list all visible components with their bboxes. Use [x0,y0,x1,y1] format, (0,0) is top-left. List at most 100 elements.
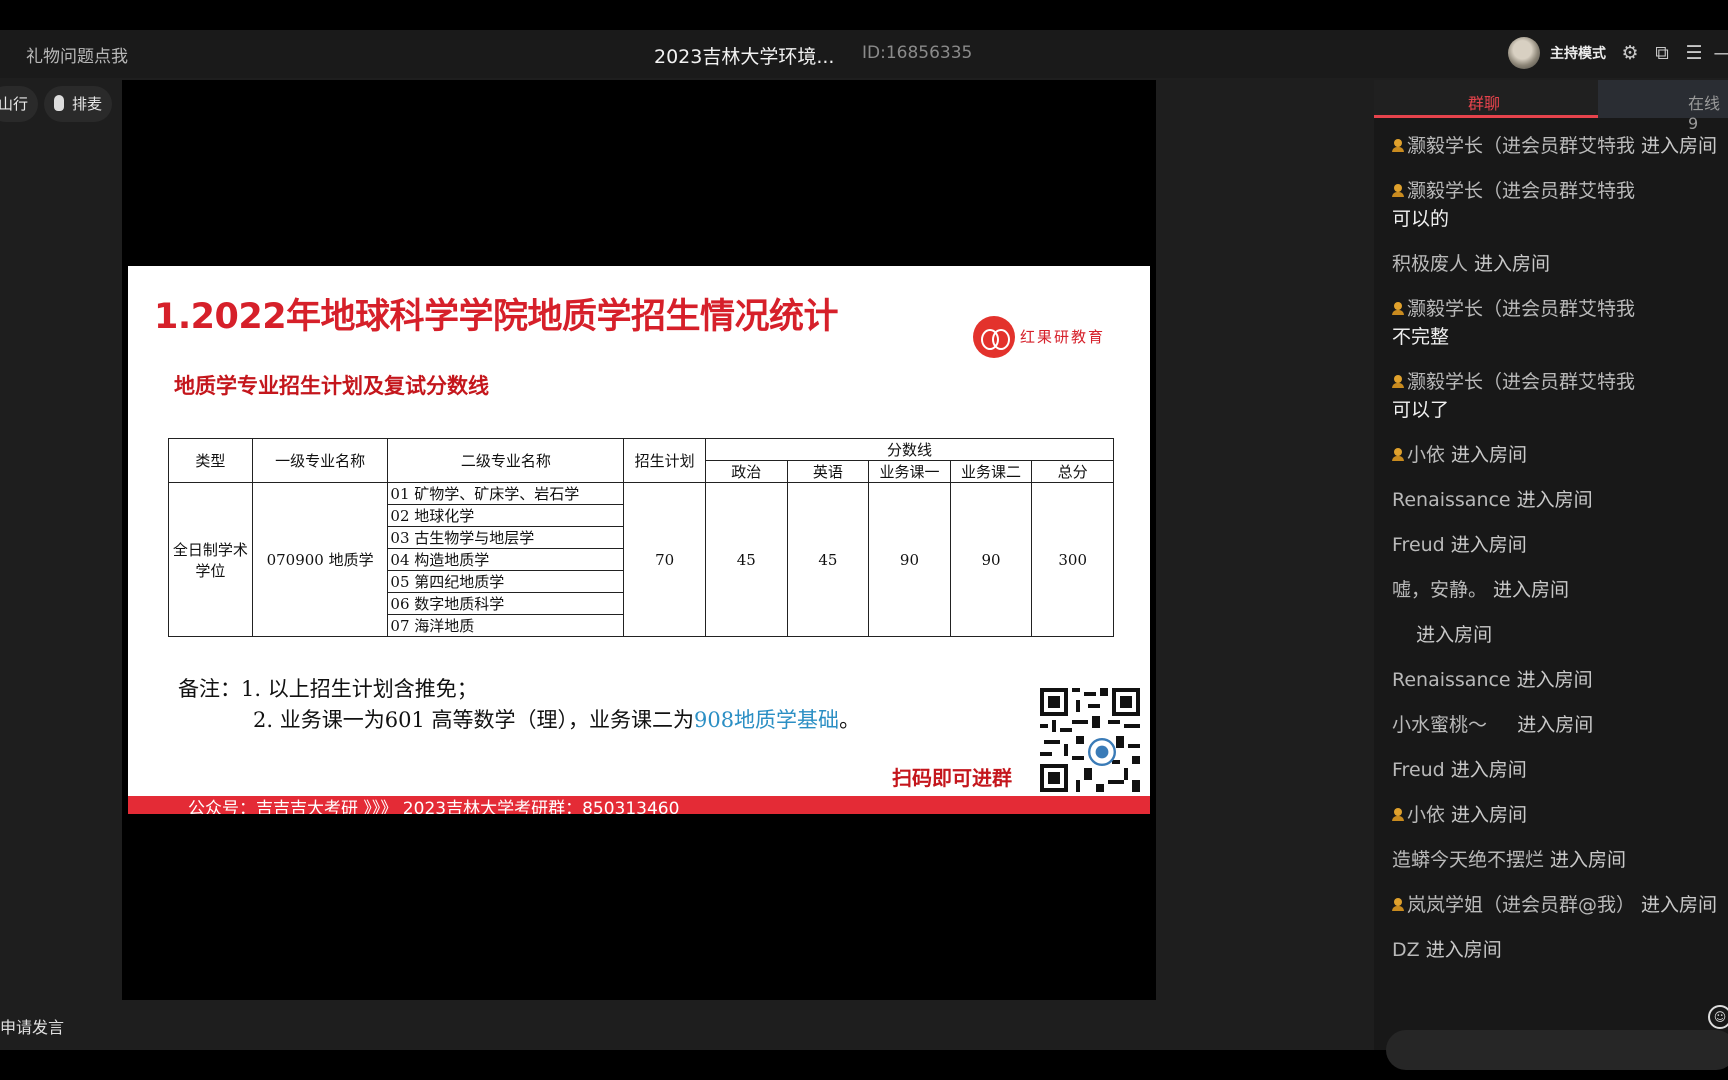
chat-message: 小水蜜桃～ 进入房间 [1392,711,1728,739]
message-body: 不完整 [1392,326,1450,348]
cell-plan: 70 [623,482,706,637]
chat-message: Renaissance 进入房间 [1392,666,1728,694]
live-room-window: 礼物问题点我 2023吉林大学环境... ID:16856335 主持模式 ⚙ … [0,30,1728,1070]
message-action: 进入房间 [1510,489,1593,511]
message-nickname[interactable]: 灏毅学长（进会员群艾特我 [1407,180,1635,202]
message-nickname[interactable]: DZ [1392,939,1420,961]
message-nickname[interactable]: 岚岚学姐（进会员群@我） [1407,894,1635,916]
note-2-highlight: 908地质学基础 [693,708,840,732]
cell-sub-major: 04 构造地质学 [387,548,625,571]
cell-major-level1: 070900 地质学 [251,482,389,637]
top-bar: 礼物问题点我 2023吉林大学环境... ID:16856335 主持模式 ⚙ … [0,30,1728,78]
message-nickname[interactable]: 小依 [1407,804,1445,826]
message-action: 进入房间 [1635,894,1718,916]
shared-slide: 1.2022年地球科学学院地质学招生情况统计 红果研教育 地质学专业招生计划及复… [128,266,1150,814]
note-1-text: 1. 以上招生计划含推免； [241,677,478,701]
queue-mic-button[interactable]: 排麦 [44,86,113,122]
active-tab-indicator [1374,115,1598,118]
cell-sub-major: 01 矿物学、矿床学、岩石学 [387,482,625,505]
note-2-suffix: 。 [839,708,861,732]
chat-panel: 群聊 在线9 灏毅学长（进会员群艾特我 进入房间 灏毅学长（进会员群艾特我 可以的积… [1374,80,1728,1050]
chat-message: 小依 进入房间 [1392,801,1728,829]
gift-help-link[interactable]: 礼物问题点我 [26,42,128,67]
message-nickname[interactable]: Renaissance [1392,669,1511,691]
popout-icon[interactable]: ⧉ [1649,40,1675,66]
slide-notes: 备注：1. 以上招生计划含推免； 2. 业务课一为601 高等数学（理），业务课… [178,674,860,736]
cell-total: 300 [1031,482,1114,637]
host-mode-button[interactable]: 主持模式 [1550,43,1606,63]
message-nickname[interactable]: 造蟒今天绝不摆烂 [1392,849,1544,871]
chat-message-list: 灏毅学长（进会员群艾特我 进入房间 灏毅学长（进会员群艾特我 可以的 积极废人 进入房… [1392,132,1728,981]
qr-code-image [1040,688,1140,792]
message-nickname[interactable]: 嘘，安静。 [1392,579,1487,601]
mountain-pill[interactable]: 山行 [0,86,39,122]
cell-sub-major: 05 第四纪地质学 [387,570,625,593]
message-action: 进入房间 [1445,804,1528,826]
cell-sub-major: 02 地球化学 [387,504,625,527]
header-type: 类型 [168,438,253,483]
brand-logo-icon [973,316,1015,358]
queue-mic-label: 排麦 [72,95,103,113]
message-nickname[interactable]: Freud [1392,534,1445,556]
chat-message: 积极废人 进入房间 [1392,250,1728,278]
chat-message: 嘘，安静。 进入房间 [1392,576,1728,604]
message-action: 进入房间 [1445,444,1528,466]
header-course1: 业务课一 [868,460,951,483]
message-nickname[interactable]: 灏毅学长（进会员群艾特我 [1407,371,1635,393]
slide-title: 1.2022年地球科学学院地质学招生情况统计 [154,297,839,337]
tab-group-chat[interactable]: 群聊 [1468,90,1500,114]
cell-course1: 90 [868,482,951,637]
header-score-line: 分数线 [704,438,1115,461]
header-enroll-plan: 招生计划 [623,438,706,483]
note-label: 备注： [178,677,241,701]
message-nickname[interactable]: 灏毅学长（进会员群艾特我 [1407,298,1635,320]
message-body: 可以了 [1392,399,1450,421]
emoji-icon[interactable]: ☺ [1708,1005,1728,1029]
note-line-1: 备注：1. 以上招生计划含推免； [178,674,860,705]
host-badge-icon [1392,898,1404,912]
slide-subtitle: 地质学专业招生计划及复试分数线 [174,374,489,398]
chat-message: 造蟒今天绝不摆烂 进入房间 [1392,846,1728,874]
host-avatar[interactable] [1508,37,1540,69]
header-major-level1: 一级专业名称 [251,438,389,483]
host-badge-icon [1392,139,1404,153]
chat-input[interactable] [1386,1030,1728,1070]
message-action: 进入房间 [1544,849,1627,871]
video-stage: 1.2022年地球科学学院地质学招生情况统计 红果研教育 地质学专业招生计划及复… [122,80,1156,1000]
tab-online-users[interactable]: 在线9 [1688,90,1728,133]
chat-message: 灏毅学长（进会员群艾特我可以的 [1392,177,1728,233]
chat-message: 小依 进入房间 [1392,441,1728,469]
chat-message: 灏毅学长（进会员群艾特我可以了 [1392,368,1728,424]
apply-speak-label: 申请发言 [0,1018,65,1037]
apply-speak-button[interactable]: 申请发言 [0,1014,64,1038]
brand-logo-text: 红果研教育 [1020,328,1106,346]
chat-tabs: 群聊 在线9 [1374,80,1728,133]
host-badge-icon [1392,184,1404,198]
message-action: 进入房间 [1444,759,1527,781]
note-2-prefix: 2. 业务课一为601 高等数学（理），业务课二为 [253,708,694,732]
minimize-icon[interactable]: — [1710,40,1728,66]
room-title: 2023吉林大学环境... [654,46,835,68]
message-nickname[interactable]: 小水蜜桃～ [1392,714,1487,736]
message-nickname[interactable]: Freud [1392,759,1445,781]
header-major-level2: 二级专业名称 [387,438,625,483]
message-nickname[interactable]: 灏毅学长（进会员群艾特我 [1407,135,1635,157]
host-badge-icon [1392,808,1404,822]
message-action: 进入房间 [1487,714,1594,736]
room-id: ID:16856335 [862,43,973,63]
cell-english: 45 [786,482,870,637]
cell-sub-major: 06 数字地质科学 [387,592,625,615]
message-body: 可以的 [1392,208,1450,230]
message-nickname[interactable]: 小依 [1407,444,1445,466]
cell-sub-major: 07 海洋地质 [387,614,625,637]
chat-message: 进入房间 [1392,621,1728,649]
header-course2: 业务课二 [949,460,1033,483]
message-nickname[interactable]: Renaissance [1392,489,1511,511]
mountain-pill-label: 山行 [0,95,29,113]
message-action: 进入房间 [1392,624,1493,646]
message-action: 进入房间 [1487,579,1570,601]
menu-icon[interactable]: ☰ [1681,40,1707,66]
settings-icon[interactable]: ⚙ [1617,40,1643,66]
message-nickname[interactable]: 积极废人 [1392,253,1468,275]
chat-message: DZ 进入房间 [1392,936,1728,964]
